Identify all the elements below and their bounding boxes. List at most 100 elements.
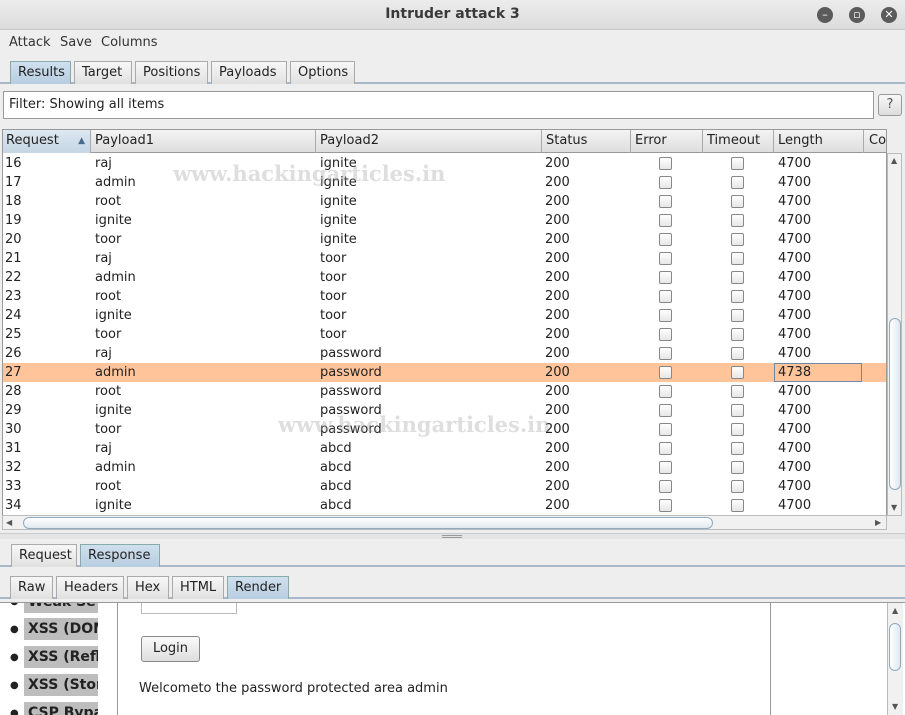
- filter-bar[interactable]: Filter: Showing all items: [3, 91, 874, 119]
- scroll-down-icon[interactable]: ▼: [891, 503, 897, 512]
- table-row[interactable]: 27 admin password 200 4738: [3, 363, 886, 382]
- column-header-length[interactable]: Length: [774, 130, 864, 153]
- error-checkbox[interactable]: [659, 480, 672, 493]
- minimize-icon[interactable]: –: [817, 7, 833, 23]
- error-checkbox[interactable]: [659, 157, 672, 170]
- table-row[interactable]: 21 raj toor 200 4700: [3, 249, 886, 268]
- table-row[interactable]: 16 raj ignite 200 4700: [3, 154, 886, 173]
- timeout-checkbox[interactable]: [731, 271, 744, 284]
- error-checkbox[interactable]: [659, 233, 672, 246]
- table-row[interactable]: 18 root ignite 200 4700: [3, 192, 886, 211]
- tab-hex[interactable]: Hex: [127, 576, 169, 599]
- table-row[interactable]: 31 raj abcd 200 4700: [3, 439, 886, 458]
- sidebar-item-csp-bypass[interactable]: CSP Bypa: [24, 702, 98, 715]
- splitter-grip-icon[interactable]: [442, 535, 462, 538]
- tab-response[interactable]: Response: [80, 544, 160, 567]
- column-header-status[interactable]: Status: [542, 130, 631, 153]
- table-row[interactable]: 34 ignite abcd 200 4700: [3, 496, 886, 515]
- timeout-checkbox[interactable]: [731, 290, 744, 303]
- table-row[interactable]: 32 admin abcd 200 4700: [3, 458, 886, 477]
- tab-payloads[interactable]: Payloads: [211, 61, 287, 84]
- column-header-error[interactable]: Error: [631, 130, 703, 153]
- scroll-up-icon[interactable]: ▲: [891, 156, 897, 165]
- timeout-checkbox[interactable]: [731, 499, 744, 512]
- table-row[interactable]: 17 admin ignite 200 4700: [3, 173, 886, 192]
- table-row[interactable]: 24 ignite toor 200 4700: [3, 306, 886, 325]
- table-row[interactable]: 25 toor toor 200 4700: [3, 325, 886, 344]
- table-row[interactable]: 26 raj password 200 4700: [3, 344, 886, 363]
- error-checkbox[interactable]: [659, 309, 672, 322]
- table-row[interactable]: 19 ignite ignite 200 4700: [3, 211, 886, 230]
- close-icon[interactable]: ✕: [881, 7, 897, 23]
- column-header-comment[interactable]: Cor: [864, 130, 886, 153]
- sidebar-item-weak-session[interactable]: Weak Se: [24, 603, 98, 613]
- timeout-checkbox[interactable]: [731, 366, 744, 379]
- tab-options[interactable]: Options: [290, 61, 355, 84]
- tab-target[interactable]: Target: [74, 61, 132, 84]
- scroll-down-icon[interactable]: ▼: [892, 702, 898, 711]
- password-field[interactable]: [141, 603, 237, 614]
- error-checkbox[interactable]: [659, 499, 672, 512]
- timeout-checkbox[interactable]: [731, 442, 744, 455]
- table-row[interactable]: 22 admin toor 200 4700: [3, 268, 886, 287]
- table-row[interactable]: 29 ignite password 200 4700: [3, 401, 886, 420]
- sidebar-item-xss-reflected[interactable]: XSS (Refl: [24, 646, 98, 668]
- error-checkbox[interactable]: [659, 366, 672, 379]
- timeout-checkbox[interactable]: [731, 347, 744, 360]
- error-checkbox[interactable]: [659, 442, 672, 455]
- column-header-request[interactable]: Request ▲: [3, 130, 91, 153]
- tab-request[interactable]: Request: [11, 544, 77, 567]
- tab-positions[interactable]: Positions: [135, 61, 208, 84]
- menu-columns[interactable]: Columns: [101, 35, 158, 50]
- timeout-checkbox[interactable]: [731, 385, 744, 398]
- menu-attack[interactable]: Attack: [9, 35, 51, 50]
- table-row[interactable]: 28 root password 200 4700: [3, 382, 886, 401]
- timeout-checkbox[interactable]: [731, 423, 744, 436]
- scroll-thumb[interactable]: [23, 517, 713, 529]
- timeout-checkbox[interactable]: [731, 461, 744, 474]
- timeout-checkbox[interactable]: [731, 480, 744, 493]
- pane-splitter[interactable]: [0, 533, 905, 539]
- sidebar-item-xss-stored[interactable]: XSS (Stor: [24, 674, 98, 696]
- help-button[interactable]: ?: [878, 94, 902, 116]
- sidebar-item-xss-dom[interactable]: XSS (DOM: [24, 618, 98, 640]
- timeout-checkbox[interactable]: [731, 176, 744, 189]
- table-row[interactable]: 23 root toor 200 4700: [3, 287, 886, 306]
- scroll-up-icon[interactable]: ▲: [892, 606, 898, 615]
- error-checkbox[interactable]: [659, 214, 672, 227]
- column-header-timeout[interactable]: Timeout: [703, 130, 774, 153]
- tab-render[interactable]: Render: [227, 576, 289, 599]
- error-checkbox[interactable]: [659, 328, 672, 341]
- error-checkbox[interactable]: [659, 252, 672, 265]
- timeout-checkbox[interactable]: [731, 157, 744, 170]
- error-checkbox[interactable]: [659, 385, 672, 398]
- table-horizontal-scrollbar[interactable]: ◀ ▶: [2, 515, 887, 530]
- timeout-checkbox[interactable]: [731, 233, 744, 246]
- table-row[interactable]: 33 root abcd 200 4700: [3, 477, 886, 496]
- login-button[interactable]: Login: [141, 636, 200, 662]
- scroll-thumb[interactable]: [889, 623, 901, 671]
- scroll-right-icon[interactable]: ▶: [875, 518, 881, 527]
- error-checkbox[interactable]: [659, 195, 672, 208]
- scroll-left-icon[interactable]: ◀: [6, 518, 12, 527]
- maximize-icon[interactable]: ▫: [849, 7, 865, 23]
- menu-save[interactable]: Save: [60, 35, 92, 50]
- table-row[interactable]: 20 toor ignite 200 4700: [3, 230, 886, 249]
- timeout-checkbox[interactable]: [731, 404, 744, 417]
- error-checkbox[interactable]: [659, 271, 672, 284]
- timeout-checkbox[interactable]: [731, 214, 744, 227]
- error-checkbox[interactable]: [659, 290, 672, 303]
- error-checkbox[interactable]: [659, 347, 672, 360]
- tab-headers[interactable]: Headers: [56, 576, 124, 599]
- render-vertical-scrollbar[interactable]: ▲ ▼: [887, 603, 903, 715]
- table-vertical-scrollbar[interactable]: ▲ ▼: [887, 153, 902, 516]
- tab-html[interactable]: HTML: [172, 576, 224, 599]
- timeout-checkbox[interactable]: [731, 309, 744, 322]
- error-checkbox[interactable]: [659, 423, 672, 436]
- column-header-payload2[interactable]: Payload2: [316, 130, 542, 153]
- error-checkbox[interactable]: [659, 176, 672, 189]
- table-row[interactable]: 30 toor password 200 4700: [3, 420, 886, 439]
- timeout-checkbox[interactable]: [731, 252, 744, 265]
- error-checkbox[interactable]: [659, 404, 672, 417]
- tab-results[interactable]: Results: [10, 61, 71, 84]
